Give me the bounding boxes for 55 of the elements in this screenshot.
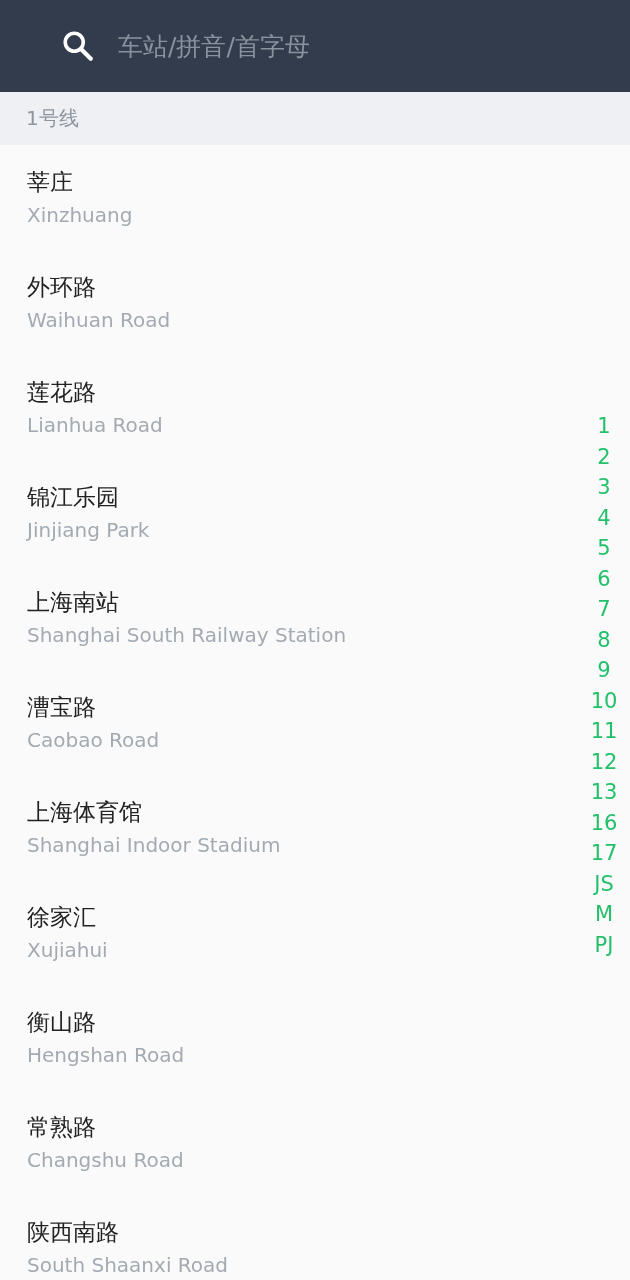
station-item[interactable]: 上海南站 Shanghai South Railway Station [0,565,590,670]
station-english-name: Jinjiang Park [27,517,150,543]
station-name: 常熟路 [27,1113,96,1142]
station-name: 陕西南路 [27,1218,119,1247]
station-item[interactable]: 锦江乐园 Jinjiang Park [0,460,590,565]
station-item[interactable]: 漕宝路 Caobao Road [0,670,590,775]
station-english-name: Shanghai South Railway Station [27,622,347,648]
line-index-item[interactable]: PJ [594,929,614,960]
line-index-item[interactable]: 16 [590,807,618,838]
station-item[interactable]: 外环路 Waihuan Road [0,250,590,355]
station-english-name: Waihuan Road [27,307,171,333]
station-english-name: Hengshan Road [27,1042,185,1068]
station-item[interactable]: 衡山路 Hengshan Road [0,985,590,1090]
station-english-name: Shanghai Indoor Stadium [27,832,281,858]
line-index-item[interactable]: 10 [590,685,618,716]
search-icon [60,28,96,64]
line-index-item[interactable]: 11 [590,716,618,747]
station-item[interactable]: 莘庄 Xinzhuang [0,145,590,250]
station-name: 上海体育馆 [27,798,142,827]
station-item[interactable]: 徐家汇 Xujiahui [0,880,590,985]
line-index-item[interactable]: 4 [597,502,611,533]
station-name: 莘庄 [27,168,73,197]
station-item[interactable]: 莲花路 Lianhua Road [0,355,590,460]
station-name: 莲花路 [27,378,96,407]
station-english-name: Xinzhuang [27,202,133,228]
line-index-item[interactable]: 2 [597,441,611,472]
line-index-item[interactable]: 17 [590,838,618,869]
line-index-item[interactable]: M [594,899,614,930]
station-item[interactable]: 上海体育馆 Shanghai Indoor Stadium [0,775,590,880]
station-item[interactable]: 常熟路 Changshu Road [0,1090,590,1195]
station-name: 锦江乐园 [27,483,119,512]
line-index-item[interactable]: 9 [597,655,611,686]
section-header: 1号线 [0,92,630,145]
line-index-item[interactable]: 8 [597,624,611,655]
station-name: 徐家汇 [27,903,96,932]
station-english-name: Changshu Road [27,1147,184,1173]
station-name: 外环路 [27,273,96,302]
line-index-item[interactable]: 1 [597,411,611,442]
station-name: 衡山路 [27,1008,96,1037]
line-index-item[interactable]: 6 [597,563,611,594]
station-english-name: Lianhua Road [27,412,163,438]
station-english-name: South Shaanxi Road [27,1252,228,1278]
search-field[interactable]: 车站/拼音/首字母 [118,26,610,66]
line-index-item[interactable]: JS [594,868,614,899]
line-index-item[interactable]: 3 [597,472,611,503]
line-index-item[interactable]: 7 [597,594,611,625]
station-english-name: Xujiahui [27,937,108,963]
line-index-item[interactable]: 12 [590,746,618,777]
station-english-name: Caobao Road [27,727,160,753]
station-item[interactable]: 陕西南路 South Shaanxi Road [0,1195,590,1280]
station-name: 上海南站 [27,588,119,617]
line-index-item[interactable]: 5 [597,533,611,564]
line-index-item[interactable]: 13 [590,777,618,808]
station-name: 漕宝路 [27,693,96,722]
search-bar[interactable]: 车站/拼音/首字母 [0,0,630,92]
